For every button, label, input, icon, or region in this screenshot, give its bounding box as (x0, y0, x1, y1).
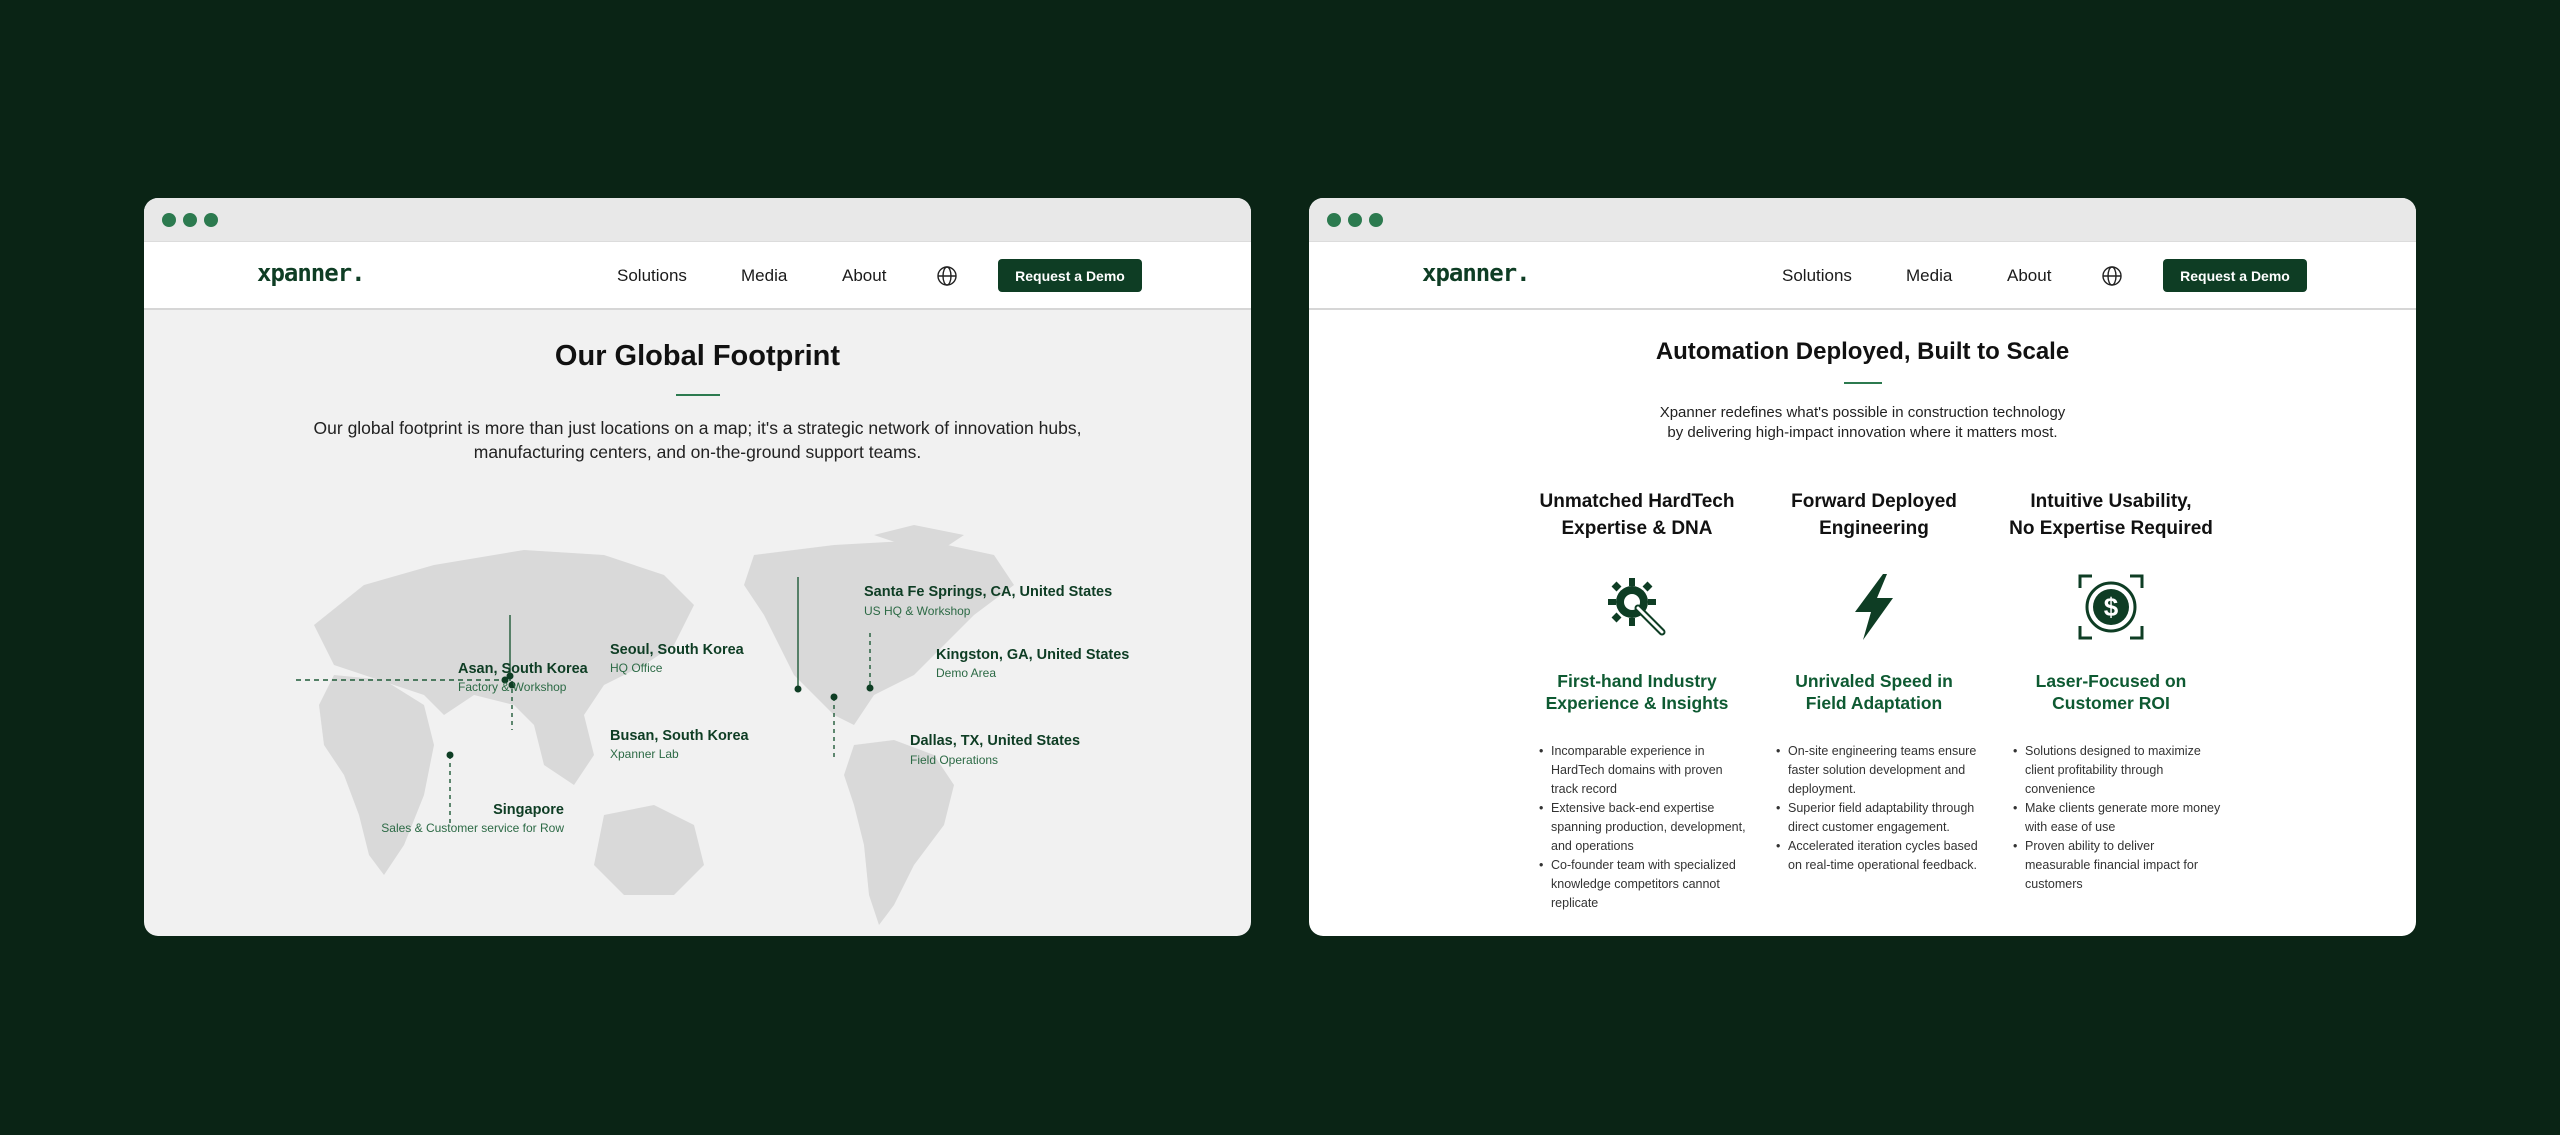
feature-subheading: First-hand Industry Experience & Insight… (1545, 671, 1729, 713)
page-title: Our Global Footprint (554, 340, 841, 372)
feature-heading: Forward Deployed Engineering (1791, 491, 1957, 539)
feature-subheading: Laser-Focused on Customer ROI (2035, 671, 2187, 713)
list-item: Solutions designed to maximize client pr… (2013, 742, 2221, 799)
window-titlebar (144, 198, 1251, 242)
globe-icon[interactable] (936, 265, 958, 287)
nav-about[interactable]: About (842, 266, 886, 286)
location-seoul-name: Seoul, South Korea (610, 642, 744, 658)
site-navbar: xpanner. Solutions Media About Request a… (1309, 242, 2416, 310)
location-dallas-name: Dallas, TX, United States (910, 733, 1081, 749)
globe-icon[interactable] (2101, 265, 2123, 287)
window-dot-maximize[interactable] (1369, 213, 1383, 227)
gear-wrench-icon (1608, 578, 1666, 636)
location-dallas-desc: Field Operations (910, 753, 999, 767)
title-underline (675, 394, 720, 396)
nav-media[interactable]: Media (1906, 266, 1952, 286)
location-asan-desc: Factory & Workshop (458, 680, 567, 694)
nav-solutions[interactable]: Solutions (1782, 266, 1852, 286)
location-santa-fe-desc: US HQ & Workshop (864, 604, 971, 618)
site-navbar: xpanner. Solutions Media About Request a… (144, 242, 1251, 310)
window-dot-maximize[interactable] (204, 213, 218, 227)
feature-subheading: Unrivaled Speed in Field Adaptation (1795, 671, 1953, 713)
footprint-section: Our Global Footprint Our global footprin… (144, 310, 1251, 936)
list-item: On-site engineering teams ensure faster … (1776, 742, 1984, 799)
feature-bullets: On-site engineering teams ensure faster … (1764, 742, 1984, 875)
browser-window-automation: xpanner. Solutions Media About Request a… (1309, 198, 2416, 936)
request-demo-button[interactable]: Request a Demo (998, 259, 1142, 292)
location-singapore-desc: Sales & Customer service for Row (381, 821, 564, 835)
feature-bullets: Solutions designed to maximize client pr… (2001, 742, 2221, 894)
list-item: Accelerated iteration cycles based on re… (1776, 837, 1984, 875)
feature-heading: Unmatched HardTech Expertise & DNA (1539, 491, 1735, 539)
list-item: Proven ability to deliver measurable fin… (2013, 837, 2221, 894)
window-dot-minimize[interactable] (1348, 213, 1362, 227)
location-kingston-name: Kingston, GA, United States (936, 647, 1130, 663)
window-dot-close[interactable] (1327, 213, 1341, 227)
xpanner-logo[interactable]: xpanner. (257, 259, 366, 287)
feature-column-usability: Intuitive Usability, No Expertise Requir… (2001, 488, 2221, 894)
nav-solutions[interactable]: Solutions (617, 266, 687, 286)
feature-heading: Intuitive Usability, No Expertise Requir… (2009, 491, 2213, 539)
title-underline (1843, 382, 1882, 384)
list-item: Superior field adaptability through dire… (1776, 799, 1984, 837)
nav-media[interactable]: Media (741, 266, 787, 286)
location-santa-fe-name: Santa Fe Springs, CA, United States (864, 584, 1113, 600)
request-demo-button[interactable]: Request a Demo (2163, 259, 2307, 292)
dollar-target-icon: $ (2078, 574, 2144, 640)
lightning-bolt-icon (1855, 574, 1893, 640)
list-item: Make clients generate more money with ea… (2013, 799, 2221, 837)
xpanner-logo[interactable]: xpanner. (1422, 259, 1531, 287)
feature-bullets: Incomparable experience in HardTech doma… (1527, 742, 1747, 913)
location-singapore-name: Singapore (493, 802, 564, 818)
automation-section: Automation Deployed, Built to Scale Xpan… (1309, 310, 2416, 936)
list-item: Incomparable experience in HardTech doma… (1539, 742, 1747, 799)
list-item: Co-founder team with specialized knowled… (1539, 856, 1747, 913)
location-seoul-desc: HQ Office (610, 661, 663, 675)
location-asan-name: Asan, South Korea (458, 661, 588, 677)
feature-column-hardtech: Unmatched HardTech Expertise & DNA First… (1527, 488, 1747, 913)
svg-text:$: $ (2104, 592, 2119, 622)
world-map (296, 525, 1014, 925)
nav-about[interactable]: About (2007, 266, 2051, 286)
intro-text: Our global footprint is more than just l… (313, 418, 1082, 462)
window-dot-minimize[interactable] (183, 213, 197, 227)
location-busan-name: Busan, South Korea (610, 728, 749, 744)
location-busan-desc: Xpanner Lab (610, 747, 679, 761)
intro-text: Xpanner redefines what's possible in con… (1659, 404, 2066, 441)
browser-window-footprint: xpanner. Solutions Media About Request a… (144, 198, 1251, 936)
window-titlebar (1309, 198, 2416, 242)
page-title: Automation Deployed, Built to Scale (1655, 338, 2070, 365)
window-dot-close[interactable] (162, 213, 176, 227)
location-kingston-desc: Demo Area (936, 666, 997, 680)
list-item: Extensive back-end expertise spanning pr… (1539, 799, 1747, 856)
feature-column-engineering: Forward Deployed Engineering Unrivaled S… (1764, 488, 1984, 875)
